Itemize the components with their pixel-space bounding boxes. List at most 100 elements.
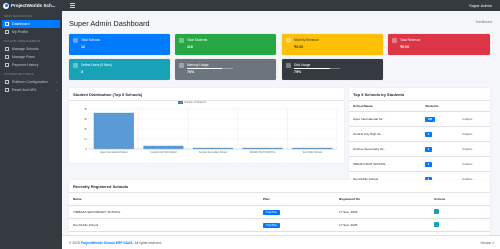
y-tick-label: 30 — [84, 117, 87, 121]
table-row: INDIAN HIGH SCHOOL 2 Analytics — [349, 156, 490, 172]
wallet-icon — [392, 38, 397, 43]
table-row: TIMBAZA SECONDARY SCHOOL Trial Plan 17 S… — [69, 205, 490, 219]
footer-rights: All rights reserved. — [134, 240, 162, 245]
nav-header-school: SCHOOL MANAGEMENT — [4, 39, 41, 43]
sidebar-item-label: Dashboard — [12, 22, 30, 26]
students-badge: 3 — [425, 131, 432, 137]
registered-date: 17 Sep, 2025 — [335, 205, 430, 219]
analytics-link[interactable]: Analytics — [462, 133, 472, 136]
card-online-users[interactable]: Online Users (5 Mins) 3 — [69, 59, 170, 80]
footer-copyright: © 2025 — [69, 240, 80, 245]
y-tick-label: 40 — [84, 107, 87, 111]
sidebar-item-manage-schools[interactable]: Manage Schools — [2, 45, 60, 53]
sidebar-item-label: Manage Plans — [12, 55, 35, 59]
analytics-link[interactable]: Analytics — [462, 118, 472, 121]
view-icon[interactable] — [434, 222, 439, 227]
user-menu[interactable]: Super Admin — [469, 3, 492, 8]
col-registered: Registered On — [335, 193, 430, 206]
x-tick-label: Central City High School — [150, 151, 177, 154]
card-total-revenue[interactable]: Total Revenue ₹0.00 — [388, 34, 490, 55]
col-actions: Actions — [430, 193, 490, 206]
memory-progress-bar — [187, 68, 233, 69]
sidebar-item-label: My Profile — [12, 30, 28, 34]
x-tick-label: INDIAN HIGH SCHOOL — [250, 151, 276, 154]
top5-panel: Top 5 Schools by Students School Name St… — [349, 88, 490, 188]
sidebar-item-platform-configuration[interactable]: Platform Configuration ‹ — [2, 78, 60, 86]
footer-brand-link[interactable]: ProjectWorlds School ERP SAAS. — [81, 241, 134, 245]
card-label: Total Students — [187, 38, 208, 42]
recent-schools-panel: Recently Registered Schools Name Plan Re… — [69, 180, 490, 243]
bar — [93, 112, 134, 150]
school-name: TIMBAZA SECONDARY SCHOOL — [69, 205, 259, 219]
sidebar-item-my-profile[interactable]: My Profile — [2, 28, 60, 36]
top-navbar: ProjectWorlds Sch... Super Admin — [0, 0, 500, 11]
plans-icon — [5, 55, 9, 59]
card-total-students[interactable]: Total Students 118 — [175, 34, 276, 55]
gear-icon — [5, 80, 9, 84]
card-value: ₹0.00 — [400, 45, 410, 49]
bar — [143, 145, 184, 150]
table-row: Sunrise Secondary Sc... 3 Analytics — [349, 141, 490, 157]
plan-badge: Trial Plan — [263, 222, 280, 228]
revenue-icon — [286, 38, 291, 43]
page-title: Super Admin Dashboard — [69, 19, 150, 28]
analytics-link[interactable]: Analytics — [462, 163, 472, 166]
sidebar-item-manage-plans[interactable]: Manage Plans — [2, 53, 60, 61]
students-badge: 2 — [425, 161, 432, 167]
students-icon — [179, 38, 184, 43]
sidebar-item-label: Reset And URL — [12, 88, 37, 92]
breadcrumb[interactable]: Dashboard — [476, 20, 492, 24]
col-school-name: School Name — [349, 101, 422, 112]
disk-progress-bar — [294, 68, 340, 69]
school-icon — [5, 47, 9, 51]
top5-table: School Name Students Apex International … — [349, 101, 490, 187]
memory-icon — [179, 63, 184, 68]
sidebar-item-label: Manage Schools — [12, 47, 39, 51]
table-row: Apex International Sc... 108 Analytics — [349, 111, 490, 127]
top5-title: Top 5 Schools by Students — [349, 88, 490, 101]
user-icon — [5, 30, 9, 34]
sidebar-item-payment-history[interactable]: Payment History — [2, 61, 60, 69]
brand[interactable]: ProjectWorlds Sch... — [0, 0, 62, 11]
plan-badge: Trial Plan — [263, 209, 280, 215]
y-tick-label: 0 — [86, 147, 88, 151]
card-disk-usage[interactable]: Disk Usage 79% — [282, 59, 383, 80]
recent-schools-title: Recently Registered Schools — [69, 180, 490, 193]
table-row: Sun Public School Trial Plan 17 Sep, 202… — [69, 218, 490, 232]
chart-panel: Student Distribution (Top 5 Schools) Num… — [69, 88, 344, 163]
card-value: ₹0.00 — [294, 45, 304, 49]
nav-header-system: SYSTEM SETTINGS — [4, 72, 34, 76]
card-value: 118 — [187, 45, 193, 49]
brand-logo-icon — [3, 2, 9, 9]
card-value: 76% — [187, 70, 195, 74]
sidebar-item-label: Platform Configuration — [12, 80, 48, 84]
chevron-left-icon: ‹ — [56, 88, 57, 92]
view-icon[interactable] — [434, 209, 439, 214]
hamburger-menu-icon[interactable] — [70, 3, 75, 8]
analytics-link[interactable]: Analytics — [462, 148, 472, 151]
sidebar: MAIN NAVIGATION Dashboard My Profile SCH… — [0, 11, 62, 249]
col-plan: Plan — [259, 193, 335, 206]
card-value: 12 — [81, 45, 85, 49]
nav-header-main: MAIN NAVIGATION — [4, 14, 32, 18]
school-icon — [73, 38, 78, 43]
card-label: Online Users (5 Mins) — [81, 63, 112, 67]
x-tick-label: Sunrise Secondary School — [199, 151, 228, 154]
registered-date: 17 Sep, 2025 — [335, 218, 430, 232]
table-row: Central City High Sc... 3 Analytics — [349, 126, 490, 142]
sidebar-item-dashboard[interactable]: Dashboard — [2, 20, 60, 28]
card-value: 3 — [81, 70, 83, 74]
sidebar-item-reset-and-url[interactable]: Reset And URL ‹ — [2, 86, 60, 94]
card-total-schools[interactable]: Total Schools 12 — [69, 34, 170, 55]
school-name: Central City High Sc... — [349, 126, 422, 142]
card-monthly-revenue[interactable]: Monthly Revenue ₹0.00 — [282, 34, 383, 55]
disk-icon — [286, 63, 291, 68]
card-value: 79% — [294, 70, 302, 74]
card-memory-usage[interactable]: Memory Usage 76% — [175, 59, 276, 80]
footer: © 2025 ProjectWorlds School ERP SAAS. Al… — [62, 235, 500, 249]
y-tick-label: 10 — [84, 137, 87, 141]
x-tick-label: Sun Public School — [302, 151, 322, 154]
brand-name: ProjectWorlds Sch... — [11, 3, 56, 8]
col-name: Name — [69, 193, 259, 206]
link-icon — [5, 88, 9, 92]
